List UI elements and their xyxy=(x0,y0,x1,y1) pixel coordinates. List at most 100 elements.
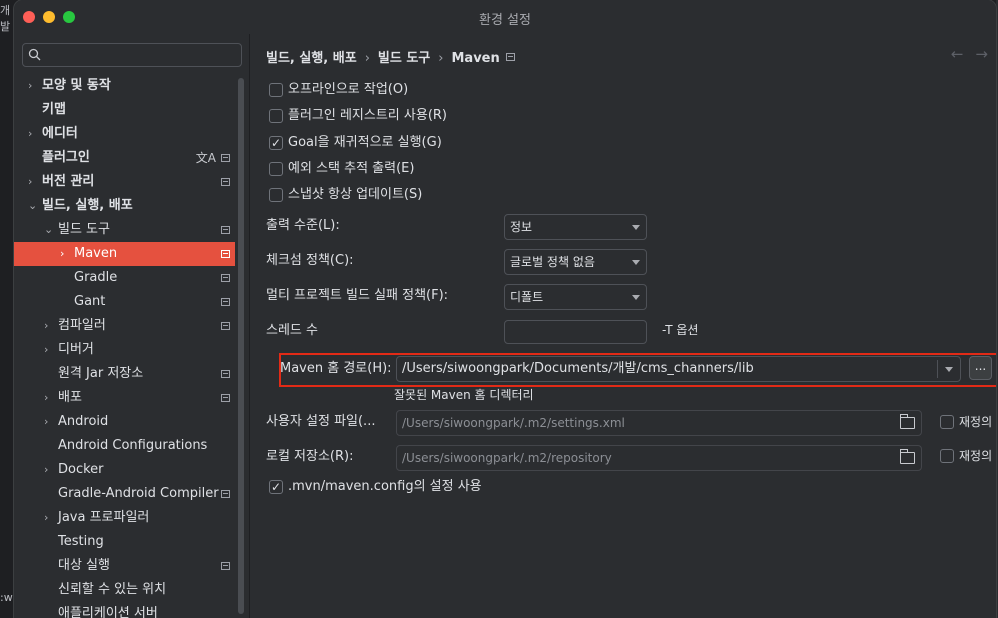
project-settings-icon xyxy=(221,250,230,258)
chevron-right-icon[interactable]: › xyxy=(28,170,32,194)
threads-input[interactable] xyxy=(504,320,647,344)
sidebar-item[interactable]: Gradle-Android Compiler xyxy=(14,482,235,506)
multiproject-policy-select[interactable]: 디폴트 xyxy=(504,284,647,310)
sidebar-item[interactable]: Gant xyxy=(14,290,235,314)
sidebar-item[interactable]: 플러그인 文A xyxy=(14,146,235,170)
sidebar-item-label: 에디터 xyxy=(42,126,78,141)
checkbox-icon[interactable] xyxy=(940,415,954,429)
combo-separator xyxy=(937,360,938,378)
settings-sidebar: › 모양 및 동작키맵 › 에디터플러그인 文A › 버전 관리 ⌄ 빌드, 실행, 배포 ⌄ 빌드… xyxy=(14,34,249,618)
breadcrumb: 빌드, 실행, 배포 › 빌드 도구 › Maven xyxy=(266,47,515,66)
sidebar-item[interactable]: › Docker xyxy=(14,458,235,482)
local-repo-label: 로컬 저장소(R): xyxy=(266,449,354,464)
sidebar-item[interactable]: 키맵 xyxy=(14,98,235,122)
chevron-down-icon[interactable]: ⌄ xyxy=(28,194,37,218)
project-settings-icon xyxy=(221,274,230,282)
sidebar-item-label: 디버거 xyxy=(58,342,94,357)
sidebar-item-label: Gant xyxy=(74,294,106,309)
chevron-right-icon[interactable]: › xyxy=(44,506,48,530)
sidebar-item[interactable]: Gradle xyxy=(14,266,235,290)
breadcrumb-part[interactable]: 빌드 도구 xyxy=(378,51,430,66)
output-level-value: 정보 xyxy=(510,220,533,234)
local-repo-value: /Users/siwoongpark/.m2/repository xyxy=(402,451,612,465)
sidebar-item-label: Gradle xyxy=(74,270,118,285)
threads-option-hint: -T 옵션 xyxy=(662,323,699,337)
checkbox-icon[interactable] xyxy=(269,162,283,176)
sidebar-item-label: Docker xyxy=(58,462,104,477)
maven-home-label: Maven 홈 경로(H): xyxy=(280,361,392,376)
checksum-policy-select[interactable]: 글로벌 정책 없음 xyxy=(504,249,647,275)
sidebar-item[interactable]: › 배포 xyxy=(14,386,235,410)
checkbox-icon[interactable] xyxy=(269,188,283,202)
option-label: Goal을 재귀적으로 실행(G) xyxy=(288,135,442,150)
checksum-policy-value: 글로벌 정책 없음 xyxy=(510,255,595,269)
sidebar-item[interactable]: › Java 프로파일러 xyxy=(14,506,235,530)
checkbox-checked-icon[interactable] xyxy=(269,477,283,497)
sidebar-item[interactable]: › 디버거 xyxy=(14,338,235,362)
chevron-right-icon[interactable]: › xyxy=(44,314,48,338)
folder-icon[interactable] xyxy=(900,449,915,464)
maven-home-error: 잘못된 Maven 홈 디렉터리 xyxy=(394,388,534,402)
sidebar-item[interactable]: › 에디터 xyxy=(14,122,235,146)
user-settings-field: /Users/siwoongpark/.m2/settings.xml xyxy=(396,410,922,436)
chevron-right-icon[interactable]: › xyxy=(28,122,32,146)
checkbox-checked-icon[interactable] xyxy=(269,133,283,153)
sidebar-item[interactable]: 대상 실행 xyxy=(14,554,235,578)
checkbox-icon[interactable] xyxy=(269,109,283,123)
chevron-right-icon[interactable]: › xyxy=(44,458,48,482)
sidebar-item[interactable]: Testing xyxy=(14,530,235,554)
sidebar-item[interactable]: › 모양 및 동작 xyxy=(14,74,235,98)
forward-button[interactable]: → xyxy=(975,45,988,63)
user-settings-value: /Users/siwoongpark/.m2/settings.xml xyxy=(402,416,625,430)
browse-button[interactable]: ... xyxy=(969,356,992,380)
chevron-right-icon[interactable]: › xyxy=(44,410,48,434)
checkbox-icon[interactable] xyxy=(940,449,954,463)
background-ide: 개발 :w xyxy=(0,0,14,618)
chevron-right-icon[interactable]: › xyxy=(60,242,64,266)
settings-search-input[interactable] xyxy=(22,43,242,67)
chevron-right-icon[interactable]: › xyxy=(44,338,48,362)
chevron-down-icon[interactable] xyxy=(945,367,953,372)
sidebar-item-label: 빌드 도구 xyxy=(58,222,110,237)
breadcrumb-separator: › xyxy=(364,51,370,66)
option-label: 예외 스택 추적 출력(E) xyxy=(288,161,415,176)
chevron-down-icon[interactable]: ⌄ xyxy=(44,218,53,242)
breadcrumb-separator: › xyxy=(438,51,444,66)
sidebar-item[interactable]: › 버전 관리 xyxy=(14,170,235,194)
folder-icon[interactable] xyxy=(900,414,915,429)
sidebar-item-label: 애플리케이션 서버 xyxy=(58,606,158,618)
checkbox-icon[interactable] xyxy=(269,83,283,97)
sidebar-item-label: 배포 xyxy=(58,390,82,405)
project-settings-icon xyxy=(221,298,230,306)
chevron-right-icon[interactable]: › xyxy=(28,74,32,98)
user-settings-label: 사용자 설정 파일(... xyxy=(266,414,376,429)
sidebar-item-label: 키맵 xyxy=(42,102,66,117)
sidebar-item[interactable]: 애플리케이션 서버 xyxy=(14,602,235,618)
sidebar-item-label: 원격 Jar 저장소 xyxy=(58,366,144,381)
sidebar-item[interactable]: ⌄ 빌드 도구 xyxy=(14,218,235,242)
sidebar-scrollbar[interactable] xyxy=(238,78,244,614)
multiproject-policy-value: 디폴트 xyxy=(510,290,544,304)
project-settings-icon xyxy=(221,562,230,570)
checksum-policy-label: 체크섬 정책(C): xyxy=(266,253,354,268)
mvn-config-label: .mvn/maven.config의 설정 사용 xyxy=(288,479,482,494)
sidebar-item-label: Android xyxy=(58,414,109,429)
sidebar-item[interactable]: 원격 Jar 저장소 xyxy=(14,362,235,386)
sidebar-item[interactable]: › Android xyxy=(14,410,235,434)
sidebar-item[interactable]: › Maven xyxy=(14,242,235,266)
back-button[interactable]: ← xyxy=(951,45,964,63)
multiproject-policy-label: 멀티 프로젝트 빌드 실패 정책(F): xyxy=(266,288,449,303)
output-level-select[interactable]: 정보 xyxy=(504,214,647,240)
chevron-right-icon[interactable]: › xyxy=(44,386,48,410)
sidebar-item-label: Gradle-Android Compiler xyxy=(58,486,219,501)
sidebar-item[interactable]: Android Configurations xyxy=(14,434,235,458)
sidebar-item-label: 대상 실행 xyxy=(58,558,110,573)
sidebar-item[interactable]: ⌄ 빌드, 실행, 배포 xyxy=(14,194,235,218)
window-title: 환경 설정 xyxy=(479,13,531,28)
override-label: 재정의 xyxy=(959,415,993,429)
sidebar-item[interactable]: › 컴파일러 xyxy=(14,314,235,338)
project-settings-icon xyxy=(221,490,230,498)
breadcrumb-part[interactable]: 빌드, 실행, 배포 xyxy=(266,51,357,66)
maven-home-combo[interactable]: /Users/siwoongpark/Documents/개발/cms_chan… xyxy=(396,356,961,382)
sidebar-item[interactable]: 신뢰할 수 있는 위치 xyxy=(14,578,235,602)
